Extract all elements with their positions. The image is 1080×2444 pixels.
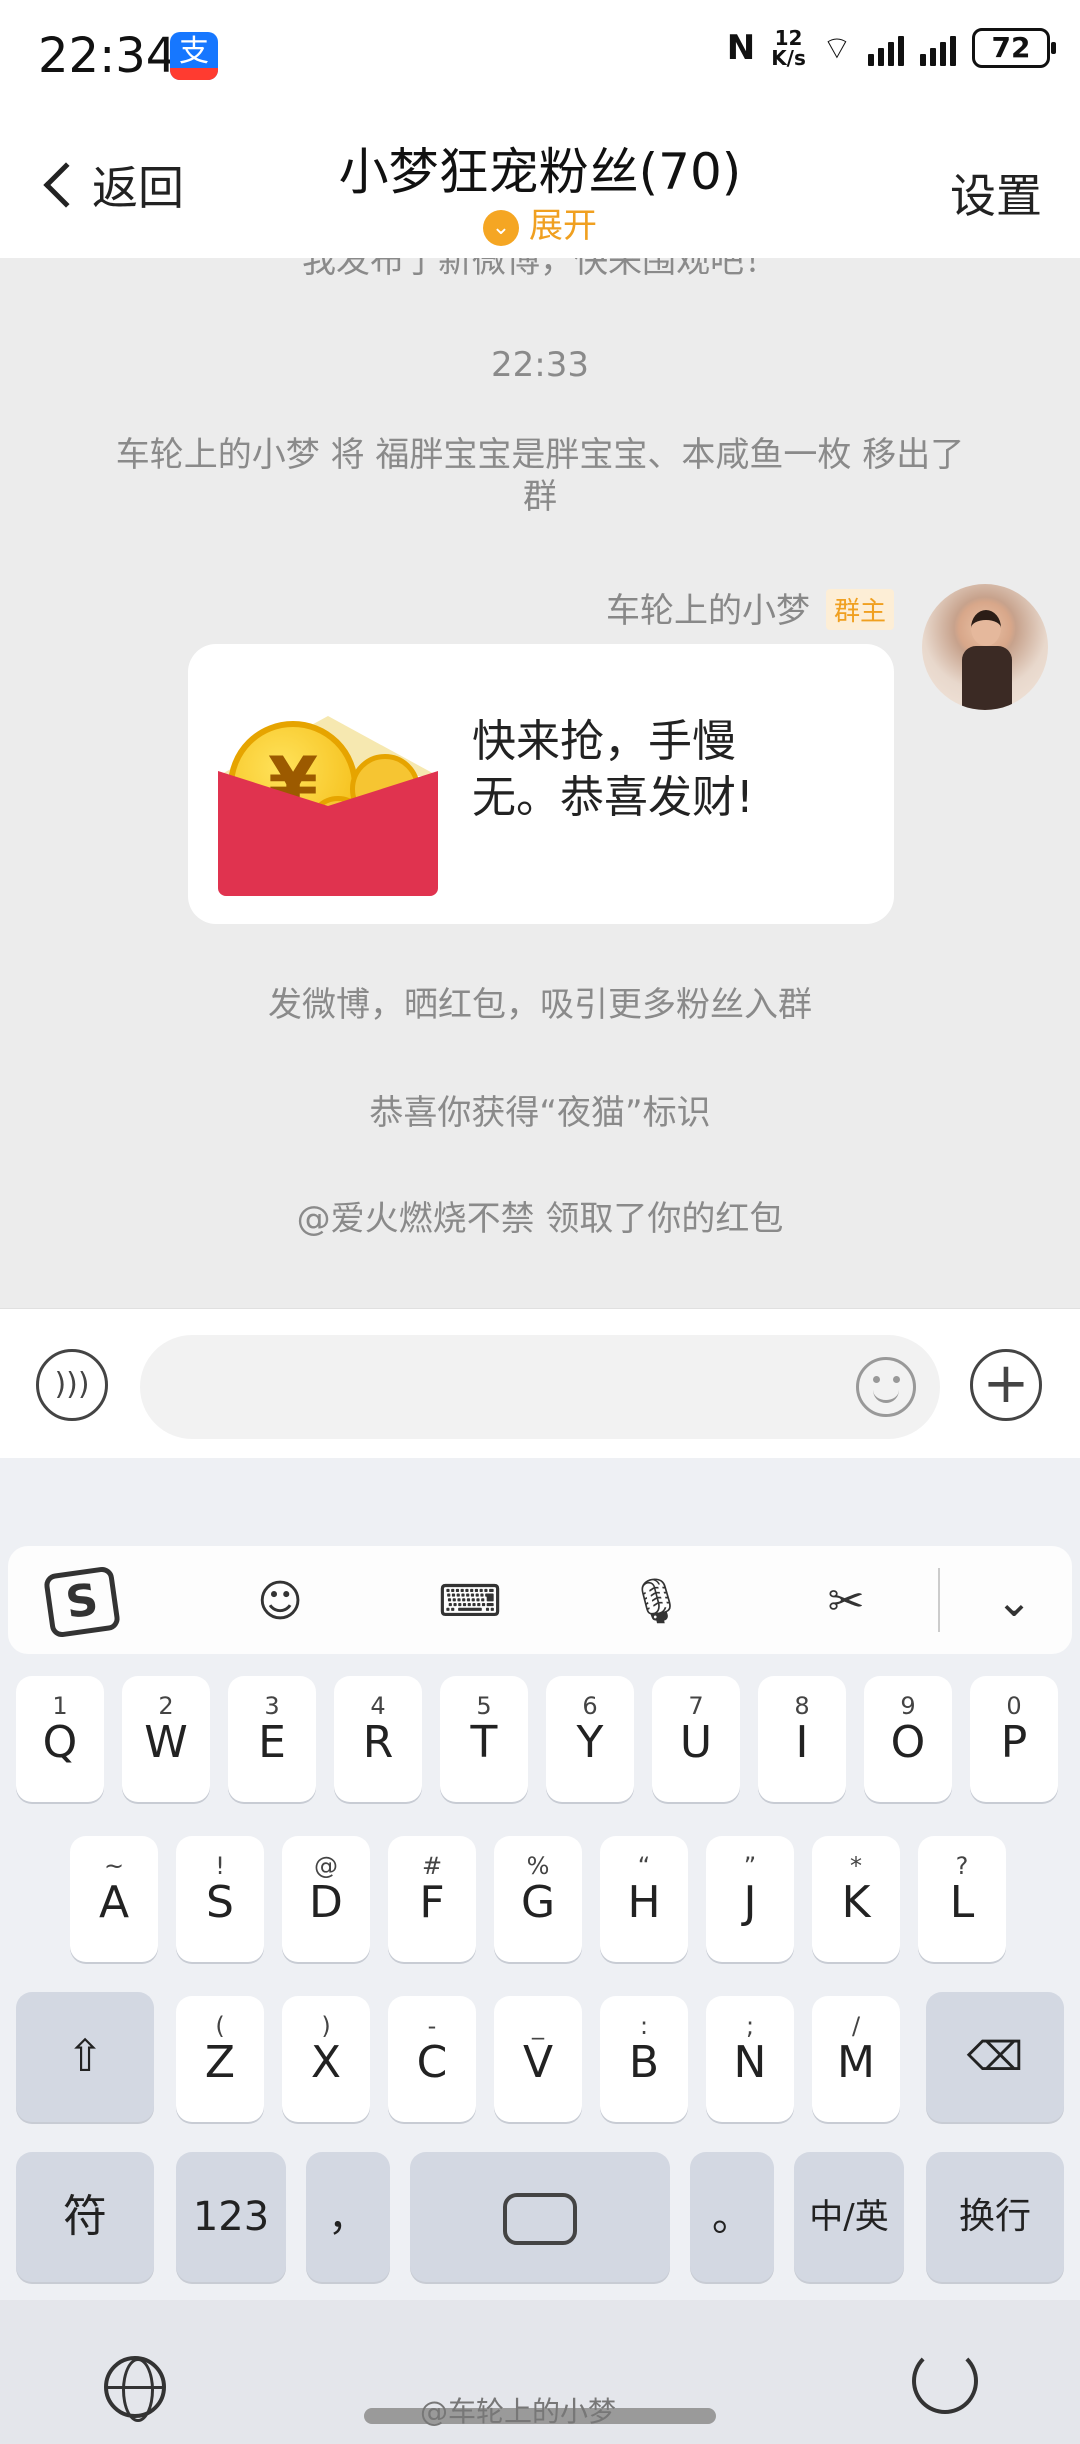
avatar[interactable] [922, 584, 1048, 710]
collapse-icon[interactable]: ⌄ [982, 1570, 1046, 1634]
enter-key[interactable]: 换行 [926, 2152, 1064, 2282]
clock: 22:34 [38, 28, 177, 84]
keyboard-gap [0, 1458, 1080, 1546]
chat-area[interactable]: 我发布了新微博，快来围观吧！ 22:33 车轮上的小梦 将 福胖宝宝是胖宝宝、本… [0, 258, 1080, 1308]
message-input[interactable] [140, 1335, 940, 1439]
toolbar-divider [938, 1568, 940, 1632]
weibo-notice: 发微博，晒红包，吸引更多粉丝入群 [268, 985, 812, 1025]
expand-label: 展开 [529, 206, 597, 246]
red-envelope-icon: ¥ [218, 676, 438, 896]
backspace-key[interactable]: ⌫ [926, 1992, 1064, 2122]
key-l[interactable]: ? L [918, 1836, 1006, 1962]
ai-assist-icon[interactable] [912, 2348, 978, 2414]
wifi-icon: ⌔ [821, 29, 852, 67]
key-v[interactable]: _ V [494, 1996, 582, 2122]
settings-button[interactable]: 设置 [950, 160, 1042, 226]
keyboard-icon[interactable]: ⌨ [438, 1570, 502, 1634]
red-packet-bubble[interactable]: ¥ 快来抢，手慢无。恭喜发财! [188, 644, 894, 924]
timestamp: 22:33 [491, 345, 589, 385]
key-x[interactable]: ) X [282, 1996, 370, 2122]
signal-icon-2 [920, 30, 956, 66]
network-speed: 12 K/s [771, 26, 806, 70]
chat-header: 返回 小梦狂宠粉丝(70) ⌄ 展开 设置 [0, 110, 1080, 258]
key-y[interactable]: 6Y [546, 1676, 634, 1802]
red-packet-message: 快来抢，手慢无。恭喜发财! [472, 716, 754, 823]
key-m[interactable]: / M [812, 1996, 900, 2122]
owner-badge: 群主 [825, 589, 894, 630]
status-icons: N 12 K/s ⌔ 72 [726, 26, 1056, 70]
globe-icon[interactable] [104, 2356, 166, 2422]
key-i[interactable]: 8I [758, 1676, 846, 1802]
system-message-cut: 我发布了新微博，快来围观吧！ [302, 258, 778, 281]
comma-key[interactable]: ， [306, 2152, 390, 2282]
chevron-down-icon: ⌄ [483, 209, 519, 246]
key-t[interactable]: 5T [440, 1676, 528, 1802]
key-s[interactable]: ! S [176, 1836, 264, 1962]
scissors-icon[interactable]: ✂ [814, 1570, 878, 1634]
received-notice: @爱火燃烧不禁 领取了你的红包 [296, 1199, 784, 1239]
alipay-notification-icon: 支 [170, 32, 218, 80]
key-e[interactable]: 3E [228, 1676, 316, 1802]
voice-input-button[interactable]: ))) [36, 1349, 108, 1421]
key-k[interactable]: * K [812, 1836, 900, 1962]
key-z[interactable]: (Z [176, 1996, 264, 2122]
plus-button[interactable]: + [970, 1349, 1042, 1421]
key-d[interactable]: @ D [282, 1836, 370, 1962]
key-o[interactable]: 9O [864, 1676, 952, 1802]
watermark: @车轮上的小梦 [420, 2395, 617, 2428]
input-bar: ))) + [0, 1308, 1080, 1458]
symbols-key[interactable]: 符 [16, 2152, 154, 2282]
emoji-icon[interactable] [856, 1357, 916, 1417]
key-j[interactable]: ” J [706, 1836, 794, 1962]
removed-notice: 车轮上的小梦 将 福胖宝宝是胖宝宝、本咸鱼一枚 移出了群 [115, 435, 965, 517]
key-q[interactable]: 1Q [16, 1676, 104, 1802]
period-key[interactable]: 。 [690, 2152, 774, 2282]
key-g[interactable]: % G [494, 1836, 582, 1962]
microphone-icon[interactable]: 🎙 [624, 1570, 688, 1634]
sender-name: 车轮上的小梦 [606, 591, 810, 631]
language-toggle-key[interactable]: 中/英 [794, 2152, 904, 2282]
badge-notice: 恭喜你获得“夜猫”标识 [369, 1093, 711, 1133]
key-b[interactable]: :B [600, 1996, 688, 2122]
key-r[interactable]: 4R [334, 1676, 422, 1802]
shift-key[interactable]: ⇧ [16, 1992, 154, 2122]
key-p[interactable]: 0P [970, 1676, 1058, 1802]
group-title: 小梦狂宠粉丝(70) [338, 143, 742, 201]
expand-button[interactable]: ⌄ 展开 [0, 198, 1080, 247]
signal-icon-1 [868, 30, 904, 66]
key-w[interactable]: 2W [122, 1676, 210, 1802]
status-bar: 22:34 支 N 12 K/s ⌔ 72 [0, 0, 1080, 110]
space-key[interactable] [410, 2152, 670, 2282]
key-n[interactable]: ; N [706, 1996, 794, 2122]
key-f[interactable]: # F [388, 1836, 476, 1962]
keyboard-toolbar: S ☺ ⌨ 🎙 ✂ ⌄ [8, 1546, 1072, 1654]
numbers-key[interactable]: 123 [176, 2152, 286, 2282]
key-a[interactable]: ~ A [70, 1836, 158, 1962]
key-c[interactable]: -C [388, 1996, 476, 2122]
sogou-icon[interactable]: S [42, 1565, 122, 1639]
battery-icon: 72 [972, 28, 1056, 68]
emoji-icon[interactable]: ☺ [248, 1570, 312, 1634]
key-u[interactable]: 7U [652, 1676, 740, 1802]
key-h[interactable]: “H [600, 1836, 688, 1962]
nfc-icon: N [726, 28, 756, 68]
